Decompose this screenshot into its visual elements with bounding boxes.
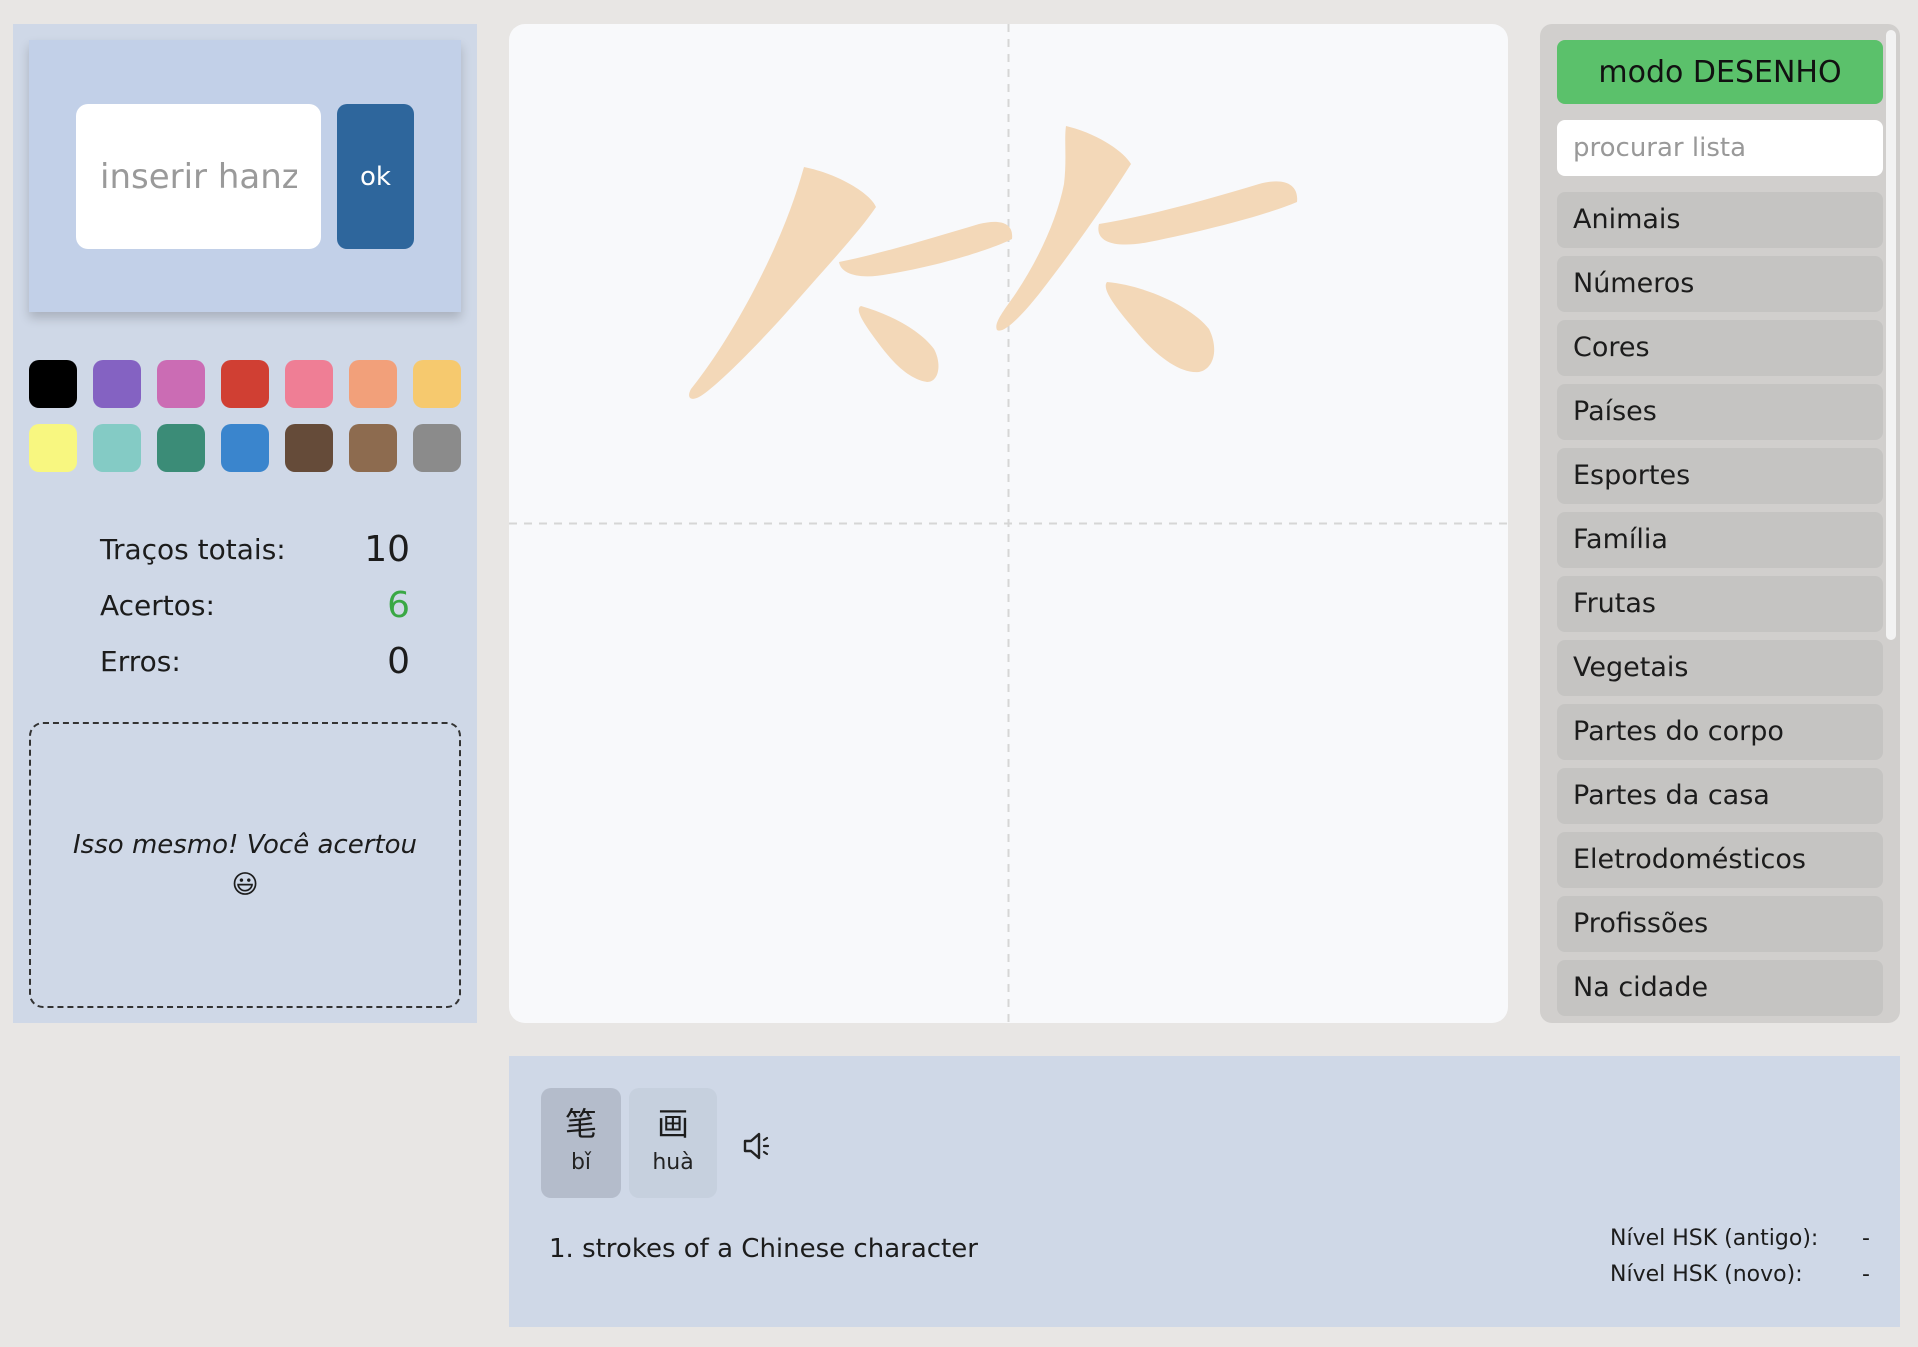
- stroke-left-pie: [689, 167, 876, 399]
- category-item[interactable]: Vegetais: [1557, 640, 1883, 696]
- color-swatch[interactable]: [221, 424, 269, 472]
- smile-emoji-icon: 😃: [231, 870, 259, 900]
- color-swatch[interactable]: [93, 360, 141, 408]
- ok-button[interactable]: ok: [337, 104, 414, 249]
- stroke-left-heng: [839, 221, 1013, 277]
- category-item[interactable]: Países: [1557, 384, 1883, 440]
- color-swatch[interactable]: [413, 360, 461, 408]
- category-item[interactable]: Números: [1557, 256, 1883, 312]
- color-swatch[interactable]: [285, 360, 333, 408]
- color-swatch[interactable]: [93, 424, 141, 472]
- category-item[interactable]: Eletrodomésticos: [1557, 832, 1883, 888]
- category-list: Animais Números Cores Países Esportes Família…: [1557, 192, 1883, 1023]
- stroke-right-dian: [1105, 282, 1215, 373]
- errors-label: Erros:: [100, 645, 181, 678]
- errors-value: 0: [387, 641, 410, 682]
- color-swatch[interactable]: [157, 424, 205, 472]
- category-item[interactable]: Frutas: [1557, 576, 1883, 632]
- scrollbar[interactable]: [1886, 30, 1896, 640]
- hanzi-input[interactable]: [76, 104, 321, 249]
- right-panel: modo DESENHO Animais Números Cores Países Es…: [1540, 24, 1900, 1023]
- left-panel: ok Traços totais: 10 Acertos: 6 Erros: 0…: [13, 24, 477, 1023]
- feedback-message: Isso mesmo! Você acertou: [73, 830, 417, 860]
- color-swatch[interactable]: [349, 424, 397, 472]
- category-item[interactable]: Na cidade: [1557, 960, 1883, 1016]
- color-swatch[interactable]: [157, 360, 205, 408]
- definition-text: 1. strokes of a Chinese character: [549, 1234, 978, 1264]
- correct-value: 6: [387, 585, 410, 626]
- category-item[interactable]: Profissões: [1557, 896, 1883, 952]
- feedback-box: Isso mesmo! Você acertou 😃: [29, 722, 461, 1008]
- category-item[interactable]: Animais: [1557, 192, 1883, 248]
- speaker-icon[interactable]: [741, 1128, 777, 1164]
- correct-label: Acertos:: [100, 589, 215, 622]
- char-pinyin: huà: [652, 1150, 694, 1175]
- list-search-input[interactable]: [1557, 120, 1883, 176]
- canvas-svg: [509, 24, 1508, 1023]
- char-tile-2[interactable]: 画 huà: [629, 1088, 717, 1198]
- hsk-new-value: -: [1862, 1262, 1870, 1287]
- hsk-new-label: Nível HSK (novo):: [1610, 1262, 1803, 1287]
- word-info-panel: 笔 bǐ 画 huà 1. strokes of a Chinese chara…: [509, 1056, 1900, 1327]
- stats-panel: Traços totais: 10 Acertos: 6 Erros: 0: [100, 522, 410, 690]
- correct-row: Acertos: 6: [100, 578, 410, 634]
- char-pinyin: bǐ: [570, 1150, 592, 1175]
- color-swatch[interactable]: [349, 360, 397, 408]
- drawing-canvas[interactable]: [509, 24, 1508, 1023]
- color-swatch[interactable]: [29, 424, 77, 472]
- category-item[interactable]: Partes da casa: [1557, 768, 1883, 824]
- color-swatch[interactable]: [29, 360, 77, 408]
- total-strokes-row: Traços totais: 10: [100, 522, 410, 578]
- drawing-mode-button[interactable]: modo DESENHO: [1557, 40, 1883, 104]
- errors-row: Erros: 0: [100, 634, 410, 690]
- category-item[interactable]: Partes do corpo: [1557, 704, 1883, 760]
- input-card: ok: [29, 40, 461, 312]
- char-hanzi: 画: [656, 1105, 689, 1143]
- character-strokes: [689, 126, 1298, 399]
- color-swatch[interactable]: [413, 424, 461, 472]
- color-swatch[interactable]: [221, 360, 269, 408]
- hsk-old-value: -: [1862, 1226, 1870, 1251]
- stroke-right-heng: [1098, 181, 1298, 245]
- stroke-left-dian: [858, 306, 939, 382]
- char-hanzi: 笔: [564, 1105, 597, 1143]
- total-strokes-label: Traços totais:: [100, 533, 286, 566]
- total-strokes-value: 10: [364, 529, 410, 570]
- char-tile-1[interactable]: 笔 bǐ: [541, 1088, 621, 1198]
- hsk-old-label: Nível HSK (antigo):: [1610, 1226, 1819, 1251]
- color-palette: [29, 360, 469, 472]
- category-item[interactable]: Esportes: [1557, 448, 1883, 504]
- category-item[interactable]: Família: [1557, 512, 1883, 568]
- category-item[interactable]: Cores: [1557, 320, 1883, 376]
- color-swatch[interactable]: [285, 424, 333, 472]
